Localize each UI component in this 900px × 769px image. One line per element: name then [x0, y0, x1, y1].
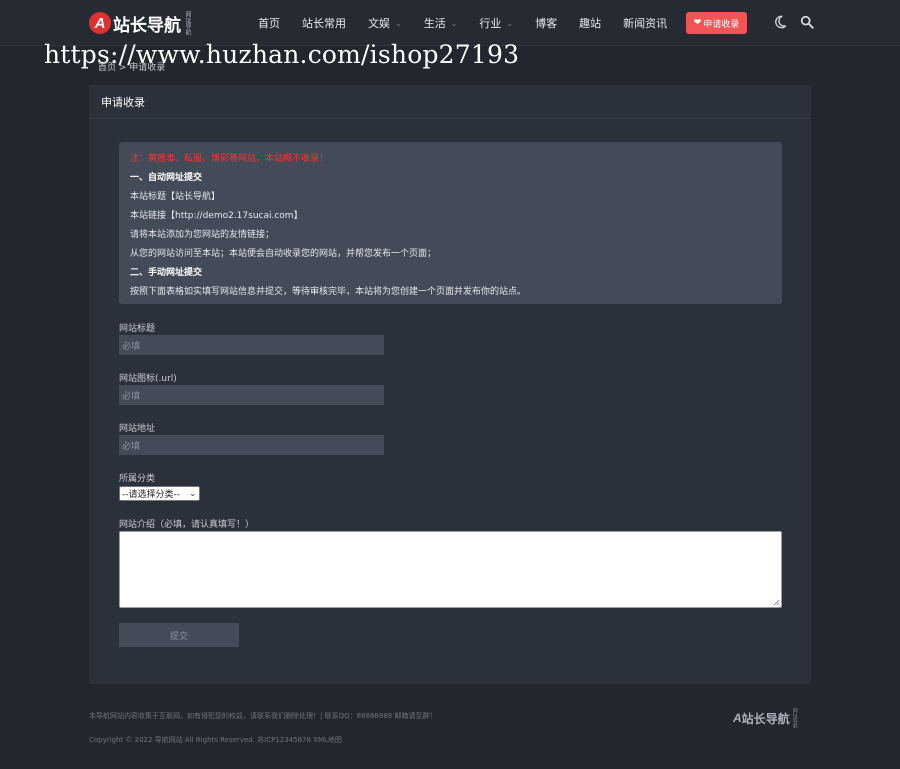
logo-subtext: 网址导航	[184, 11, 191, 35]
nav-item-home[interactable]: 首页	[258, 15, 280, 31]
submit-button[interactable]: 提交	[119, 623, 239, 647]
site-title-label: 网站标题	[119, 324, 156, 334]
search-icon[interactable]	[800, 15, 814, 29]
logo-text: 站长导航	[113, 15, 181, 36]
nav-item-label: 趣站	[579, 17, 602, 30]
notice-line: 按照下面表格如实填写网站信息并提交，等待审核完毕，本站将为您创建一个页面并发布你…	[130, 287, 527, 297]
site-intro-label: 网站介绍（必填，请认真填写！）	[119, 520, 255, 530]
nav-item-life[interactable]: 生活 ⌄	[424, 15, 458, 31]
footer-logo[interactable]: A 站长导航 网址导航	[733, 708, 799, 728]
breadcrumb[interactable]: 首页 > 申请收录	[98, 60, 165, 73]
notice-warning: 注：黄赌毒、私服、博彩等网站，本站概不收录！	[130, 154, 329, 164]
footer-logo-mark: A	[733, 711, 742, 725]
footer-disclaimer: 本导航网站内容收集于互联网，如有侵犯您的权益，请联系我们删除处理！| 联系QQ：…	[89, 712, 437, 720]
nav-item-webmaster[interactable]: 站长常用	[302, 15, 346, 31]
nav-item-label: 首页	[258, 17, 280, 30]
site-intro-textarea[interactable]	[119, 531, 782, 608]
nav-item-entertainment[interactable]: 文娱 ⌄	[368, 15, 402, 31]
notice-line: 请将本站添加为您网站的友情链接；	[130, 230, 275, 240]
resize-handle-icon[interactable]	[773, 599, 780, 606]
notice-line: 本站标题【站长导航】	[130, 192, 221, 202]
nav-item-industry[interactable]: 行业 ⌄	[479, 15, 513, 31]
category-label: 所属分类	[119, 474, 156, 484]
moon-icon[interactable]	[773, 15, 787, 29]
card-title: 申请收录	[89, 85, 811, 119]
footer-copyright: Copyright © 2022 导航网站 All Rights Reserve…	[89, 736, 342, 744]
apply-listing-button[interactable]: ❤ 申请收录	[686, 12, 747, 34]
notice-section-manual-title: 二、手动网址提交	[130, 268, 203, 278]
nav-item-label: 新闻资讯	[623, 17, 668, 30]
category-select[interactable]: --请选择分类-- ⌄	[119, 486, 200, 501]
site-url-input[interactable]: 必填	[119, 435, 384, 455]
logo-badge: A	[89, 12, 111, 34]
nav-item-news[interactable]: 新闻资讯	[623, 15, 667, 31]
nav-item-label: 文娱	[368, 17, 390, 30]
notice-line: 本站链接【http://demo2.17sucai.com】	[130, 211, 303, 221]
chevron-down-icon: ⌄	[506, 18, 514, 28]
nav-item-label: 站长常用	[302, 17, 346, 30]
notice-line: 从您的网站访问至本站；本站便会自动收录您的网站，并帮您发布一个页面；	[130, 249, 437, 259]
category-selected-value: --请选择分类--	[122, 490, 180, 500]
footer-logo-text: 站长导航	[741, 711, 790, 726]
site-logo[interactable]: A 站长导航 网址导航	[89, 11, 191, 36]
nav-item-blog[interactable]: 博客	[535, 15, 557, 31]
notice-section-auto-title: 一、自动网址提交	[130, 173, 203, 183]
apply-listing-label: 申请收录	[703, 19, 740, 30]
chevron-down-icon: ⌄	[450, 18, 458, 28]
footer-logo-subtext: 网址导航	[791, 708, 798, 728]
site-title-input[interactable]: 必填	[119, 335, 384, 355]
nav-item-label: 博客	[535, 17, 558, 30]
nav-item-label: 行业	[479, 17, 502, 30]
nav-item-label: 生活	[423, 17, 446, 30]
site-url-label: 网站地址	[119, 424, 156, 434]
chevron-down-icon: ⌄	[395, 18, 402, 28]
heart-icon: ❤	[693, 18, 702, 28]
apply-card: 申请收录 注：黄赌毒、私服、博彩等网站，本站概不收录！ 一、自动网址提交 本站标…	[89, 85, 811, 684]
notice-box: 注：黄赌毒、私服、博彩等网站，本站概不收录！ 一、自动网址提交 本站标题【站长导…	[119, 142, 782, 304]
site-icon-label: 网站图标(.url)	[119, 374, 177, 384]
nav-item-fun-sites[interactable]: 趣站	[579, 15, 601, 31]
chevron-down-icon: ⌄	[189, 489, 196, 498]
site-icon-input[interactable]: 必填	[119, 385, 384, 405]
